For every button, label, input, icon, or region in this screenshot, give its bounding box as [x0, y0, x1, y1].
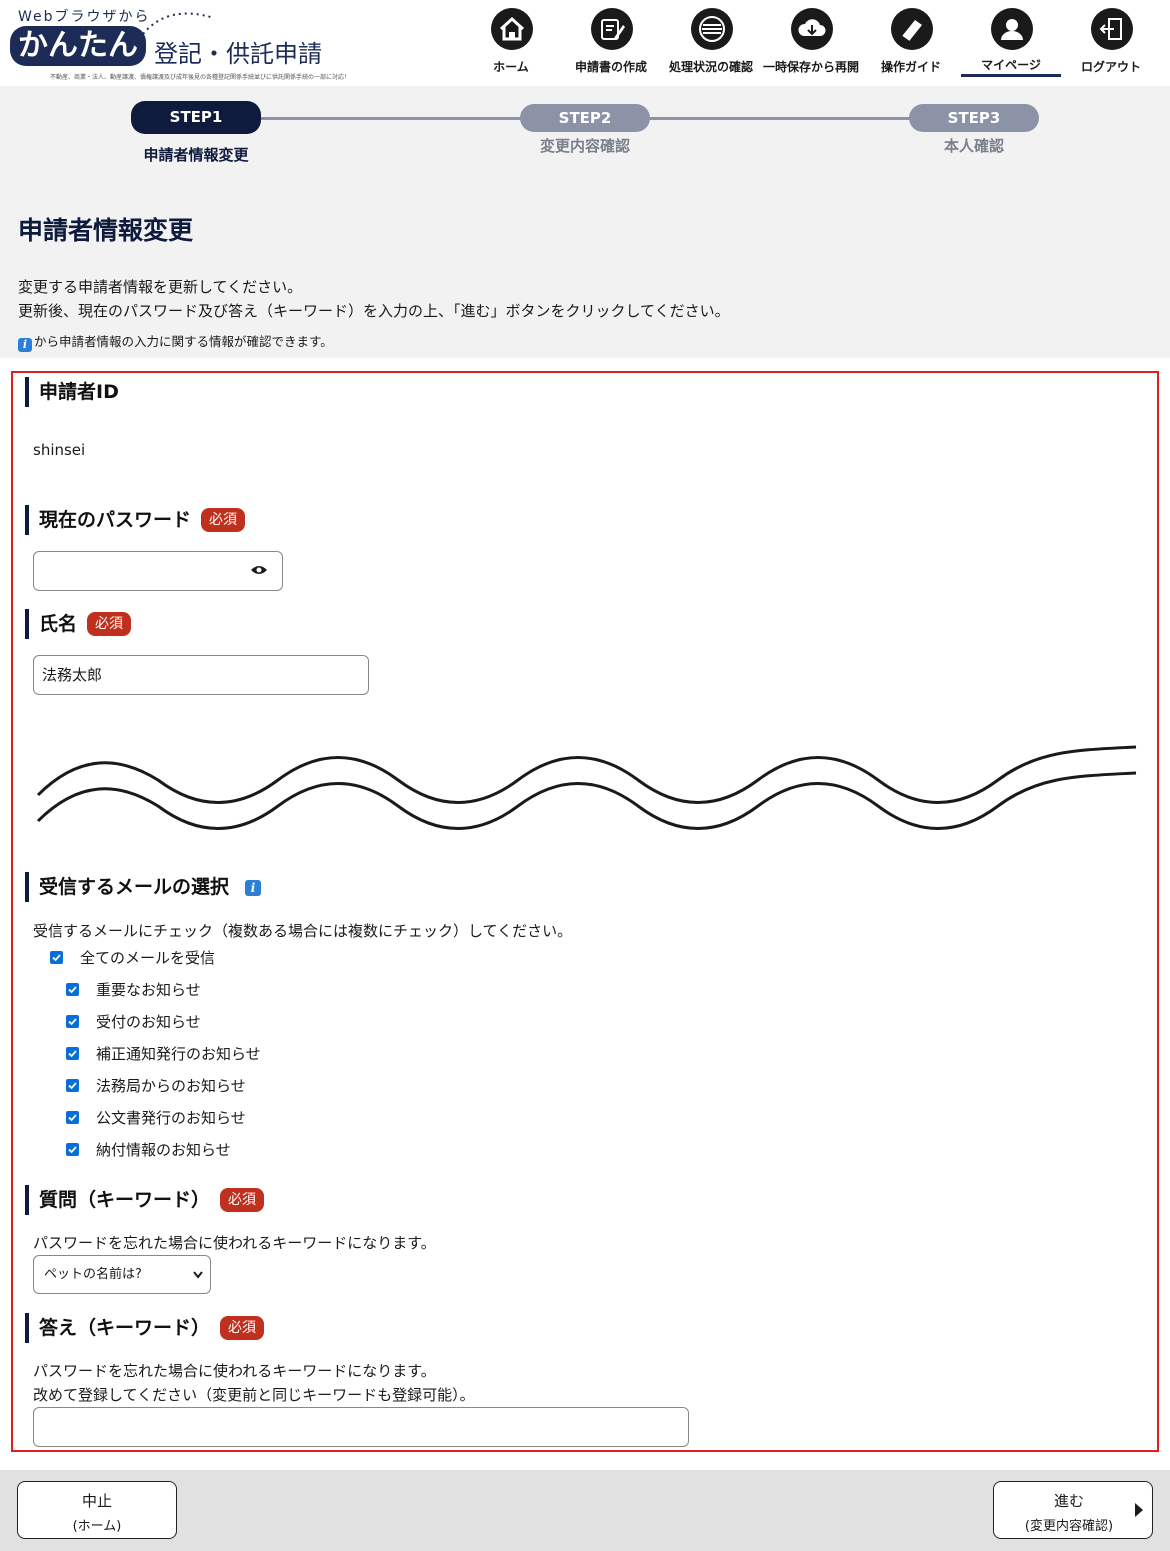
nav-resume-label: 一時保存から再開 — [762, 60, 859, 74]
omission-wave-divider — [36, 745, 1137, 830]
guide-book-icon — [891, 8, 933, 50]
step1-pill: STEP1 — [131, 101, 261, 134]
checkbox-checked-icon[interactable] — [66, 1143, 79, 1156]
question-label: 質問（キーワード） — [39, 1189, 211, 1211]
mail-item-label: 重要なお知らせ — [96, 981, 201, 999]
nav-home[interactable]: ホーム — [461, 0, 561, 80]
active-nav-underline — [961, 74, 1061, 77]
name-label: 氏名 — [39, 613, 78, 635]
step2-label: 変更内容確認 — [539, 137, 630, 155]
nav-guide[interactable]: 操作ガイド — [861, 0, 961, 80]
mail-item-label: 納付情報のお知らせ — [96, 1141, 231, 1159]
required-badge: 必須 — [220, 1316, 265, 1340]
nav-logout-label: ログアウト — [1080, 60, 1141, 74]
show-password-eye-icon[interactable] — [250, 563, 268, 577]
mail-selection-note: 受信するメールにチェック（複数ある場合には複数にチェック）してください。 — [33, 922, 573, 940]
triangle-right-icon — [1135, 1503, 1143, 1517]
password-label: 現在のパスワード — [39, 509, 192, 531]
next-button-sublabel: (変更内容確認) — [1024, 1519, 1114, 1534]
applicant-id-heading: 申請者ID — [25, 377, 119, 407]
pen-icon — [591, 8, 633, 50]
site-header: Webブラウザから かんたん 登記・供託申請 不動産、商業・法人、動産譲渡、債権… — [0, 0, 1170, 86]
nav-logout[interactable]: ログアウト — [1061, 0, 1161, 80]
applicant-id-value: shinsei — [33, 441, 86, 459]
step1-label: 申請者情報変更 — [143, 146, 249, 164]
password-heading: 現在のパスワード 必須 — [25, 505, 246, 535]
mail-item-label: 法務局からのお知らせ — [96, 1077, 246, 1095]
logo-title: 登記・供託申請 — [154, 40, 322, 68]
logo-kantan: かんたん — [10, 26, 146, 66]
mail-item-label: 補正通知発行のお知らせ — [96, 1045, 261, 1063]
status-icon — [691, 8, 733, 50]
page-title: 申請者情報変更 — [18, 216, 194, 245]
question-selected-value: ペットの名前は? — [44, 1267, 142, 1282]
answer-field[interactable] — [33, 1407, 689, 1447]
logo-tagline: Webブラウザから — [18, 9, 151, 25]
mail-info-icon[interactable]: i — [245, 880, 262, 896]
next-button-label: 進む — [1053, 1492, 1084, 1510]
step3-pill: STEP3 — [909, 104, 1039, 132]
nav-status-label: 処理状況の確認 — [668, 60, 753, 74]
answer-note-2: 改めて登録してください（変更前と同じキーワードも登録可能）。 — [33, 1386, 475, 1404]
chevron-down-icon — [193, 1271, 203, 1279]
site-logo[interactable]: Webブラウザから かんたん 登記・供託申請 不動産、商業・法人、動産譲渡、債権… — [8, 6, 350, 84]
nav-guide-label: 操作ガイド — [880, 60, 941, 74]
question-select[interactable]: ペットの名前は? — [33, 1255, 211, 1294]
question-note: パスワードを忘れた場合に使われるキーワードになります。 — [33, 1234, 436, 1252]
checkbox-checked-icon[interactable] — [66, 1047, 79, 1060]
description-line-1: 変更する申請者情報を更新してください。 — [18, 278, 303, 296]
current-password-field[interactable] — [33, 551, 283, 591]
checkbox-checked-icon[interactable] — [66, 983, 79, 996]
mail-item-label: 受付のお知らせ — [96, 1013, 201, 1031]
description-line-3: i から申請者情報の入力に関する情報が確認できます。 — [18, 331, 333, 352]
logout-icon — [1091, 8, 1133, 50]
answer-note-1: パスワードを忘れた場合に使われるキーワードになります。 — [33, 1362, 436, 1380]
nav-mypage[interactable]: マイページ — [961, 0, 1061, 80]
nav-create-label: 申請書の作成 — [574, 60, 647, 74]
cloud-download-icon — [791, 8, 833, 50]
cancel-button[interactable]: 中止 (ホーム) — [17, 1481, 177, 1539]
logo-subtext: 不動産、商業・法人、動産譲渡、債権譲渡及び成年後見の各種登記関係手続並びに供託関… — [50, 74, 351, 81]
user-icon — [991, 8, 1033, 50]
cancel-button-sublabel: (ホーム) — [72, 1519, 122, 1534]
footer-bar: 中止 (ホーム) 進む (変更内容確認) — [0, 1470, 1170, 1551]
mail-item-label: 公文書発行のお知らせ — [96, 1109, 246, 1127]
applicant-id-label: 申請者ID — [39, 381, 119, 403]
next-button[interactable]: 進む (変更内容確認) — [993, 1481, 1153, 1539]
question-heading: 質問（キーワード） 必須 — [25, 1185, 265, 1215]
checkbox-checked-icon[interactable] — [66, 1079, 79, 1092]
mail-all-label: 全てのメールを受信 — [80, 949, 216, 967]
checkbox-checked-icon[interactable] — [66, 1111, 79, 1124]
nav-home-label: ホーム — [493, 60, 529, 74]
info-hint-text: から申請者情報の入力に関する情報が確認できます。 — [34, 334, 333, 349]
checkbox-checked-icon[interactable] — [66, 1015, 79, 1028]
mail-selection-label: 受信するメールの選択 — [39, 876, 230, 898]
cancel-button-label: 中止 — [81, 1492, 112, 1510]
checkbox-checked-icon[interactable] — [50, 951, 63, 964]
step3-label: 本人確認 — [943, 137, 1004, 155]
mail-selection-heading: 受信するメールの選択 i — [25, 872, 262, 902]
description-line-2: 更新後、現在のパスワード及び答え（キーワード）を入力の上、「進む」ボタンをクリッ… — [18, 302, 730, 320]
nav-mypage-label: マイページ — [981, 58, 1041, 72]
nav-status[interactable]: 処理状況の確認 — [661, 0, 761, 80]
nav-create-application[interactable]: 申請書の作成 — [561, 0, 661, 80]
answer-heading: 答え（キーワード） 必須 — [25, 1313, 265, 1343]
required-badge: 必須 — [87, 612, 132, 636]
home-icon — [491, 8, 533, 50]
name-field[interactable]: 法務太郎 — [33, 655, 369, 695]
required-badge: 必須 — [220, 1188, 265, 1212]
required-badge: 必須 — [201, 508, 246, 532]
name-heading: 氏名 必須 — [25, 609, 132, 639]
step2-pill: STEP2 — [520, 104, 650, 132]
answer-label: 答え（キーワード） — [39, 1317, 211, 1339]
nav-resume[interactable]: 一時保存から再開 — [761, 0, 861, 80]
info-icon: i — [18, 338, 32, 352]
